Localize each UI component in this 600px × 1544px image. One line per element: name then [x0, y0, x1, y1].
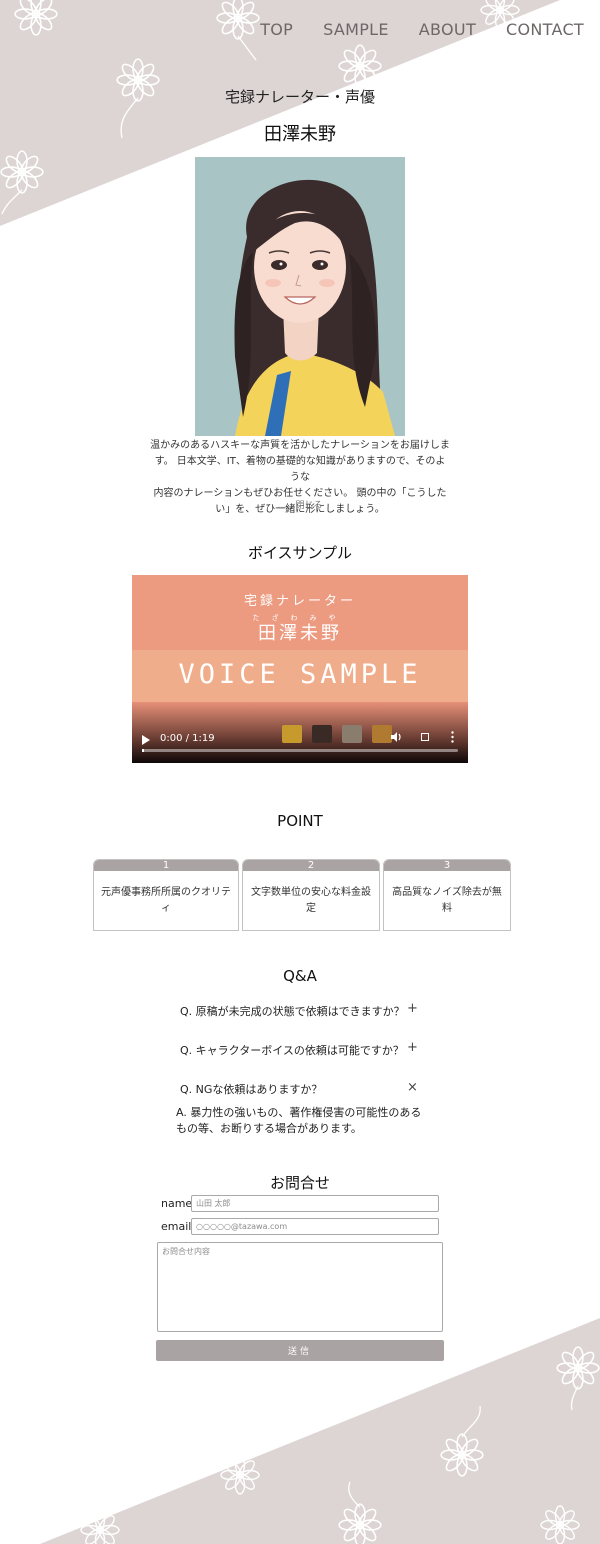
play-icon[interactable]: [142, 735, 150, 745]
point-card-text: 高品質なノイズ除去が無料: [392, 887, 502, 914]
name-field[interactable]: [191, 1195, 439, 1212]
nav-sample-link[interactable]: SAMPLE: [323, 20, 389, 39]
voice-sample-title: ボイスサンプル: [247, 544, 353, 562]
portrait-illustration: [195, 157, 405, 436]
top-nav: TOP SAMPLE ABOUT CONTACT: [230, 20, 584, 39]
point-card: 1 元声優事務所所属のクオリティ: [93, 859, 239, 931]
submit-button[interactable]: 送信: [156, 1340, 444, 1361]
video-name: 田澤未野: [258, 623, 342, 644]
thumbnail-icon: [282, 725, 302, 743]
voice-sample-video[interactable]: 宅録ナレーター たざわみや 田澤未野 VOICE SAMPLE 0:00 / 1…: [132, 575, 468, 763]
name-label: name: [161, 1197, 193, 1210]
qa-question[interactable]: Q. NGな依頼はありますか？: [180, 1081, 322, 1097]
point-card-text: 元声優事務所所属のクオリティ: [101, 887, 231, 914]
point-card: 3 高品質なノイズ除去が無料: [383, 859, 511, 931]
hero-subtitle: 宅録ナレーター・声優: [224, 88, 375, 106]
point-card-number: 3: [384, 860, 510, 871]
contact-title: お問合せ: [269, 1174, 330, 1192]
qa-title: Q&A: [283, 967, 317, 985]
email-label: email: [161, 1220, 192, 1233]
video-thumbnail-strip: [282, 725, 392, 743]
point-card-number: 2: [243, 860, 379, 871]
point-card-number: 1: [94, 860, 238, 871]
point-cards: 1 元声優事務所所属のクオリティ 2 文字数単位の安心な料金設定 3 高品質なノ…: [93, 859, 511, 931]
more-options-icon[interactable]: [451, 731, 454, 743]
point-card: 2 文字数単位の安心な料金設定: [242, 859, 380, 931]
video-time: 0:00 / 1:19: [160, 733, 215, 744]
thumbnail-icon: [372, 725, 392, 743]
fullscreen-icon[interactable]: [421, 733, 429, 741]
video-title: VOICE SAMPLE: [178, 659, 422, 690]
nav-top-link[interactable]: TOP: [260, 20, 293, 39]
qa-question[interactable]: Q. キャラクターボイスの依頼は可能ですか？: [180, 1042, 404, 1058]
bio-close-link[interactable]: ……閉じる: [0, 498, 600, 511]
nav-contact-link[interactable]: CONTACT: [506, 20, 584, 39]
bio-line: す。 日本文学、IT、着物の基礎的な知識がありますので、そのような: [154, 456, 446, 483]
thumbnail-icon: [342, 725, 362, 743]
expand-icon[interactable]: +: [407, 1001, 418, 1016]
video-subtitle: 宅録ナレーター: [243, 594, 356, 609]
video-progress-bar[interactable]: [142, 749, 458, 752]
volume-icon[interactable]: [390, 731, 402, 743]
thumbnail-icon: [312, 725, 332, 743]
collapse-icon[interactable]: ×: [407, 1080, 418, 1095]
qa-question[interactable]: Q. 原稿が未完成の状態で依頼はできますか？: [180, 1003, 405, 1019]
hero-name: 田澤未野: [264, 124, 336, 145]
nav-about-link[interactable]: ABOUT: [419, 20, 476, 39]
video-progress-fill: [142, 749, 144, 752]
video-controls: 0:00 / 1:19: [132, 723, 468, 763]
point-title: POINT: [277, 812, 323, 830]
point-card-text: 文字数単位の安心な料金設定: [251, 887, 371, 914]
email-field[interactable]: [191, 1218, 439, 1235]
message-field[interactable]: [157, 1242, 443, 1332]
qa-answer: A. 暴力性の強いもの、著作権侵害の可能性のあるもの等、お断りする場合があります…: [176, 1106, 422, 1135]
expand-icon[interactable]: +: [407, 1040, 418, 1055]
bio-line: 温かみのあるハスキーな声質を活かしたナレーションをお届けしま: [150, 440, 450, 451]
